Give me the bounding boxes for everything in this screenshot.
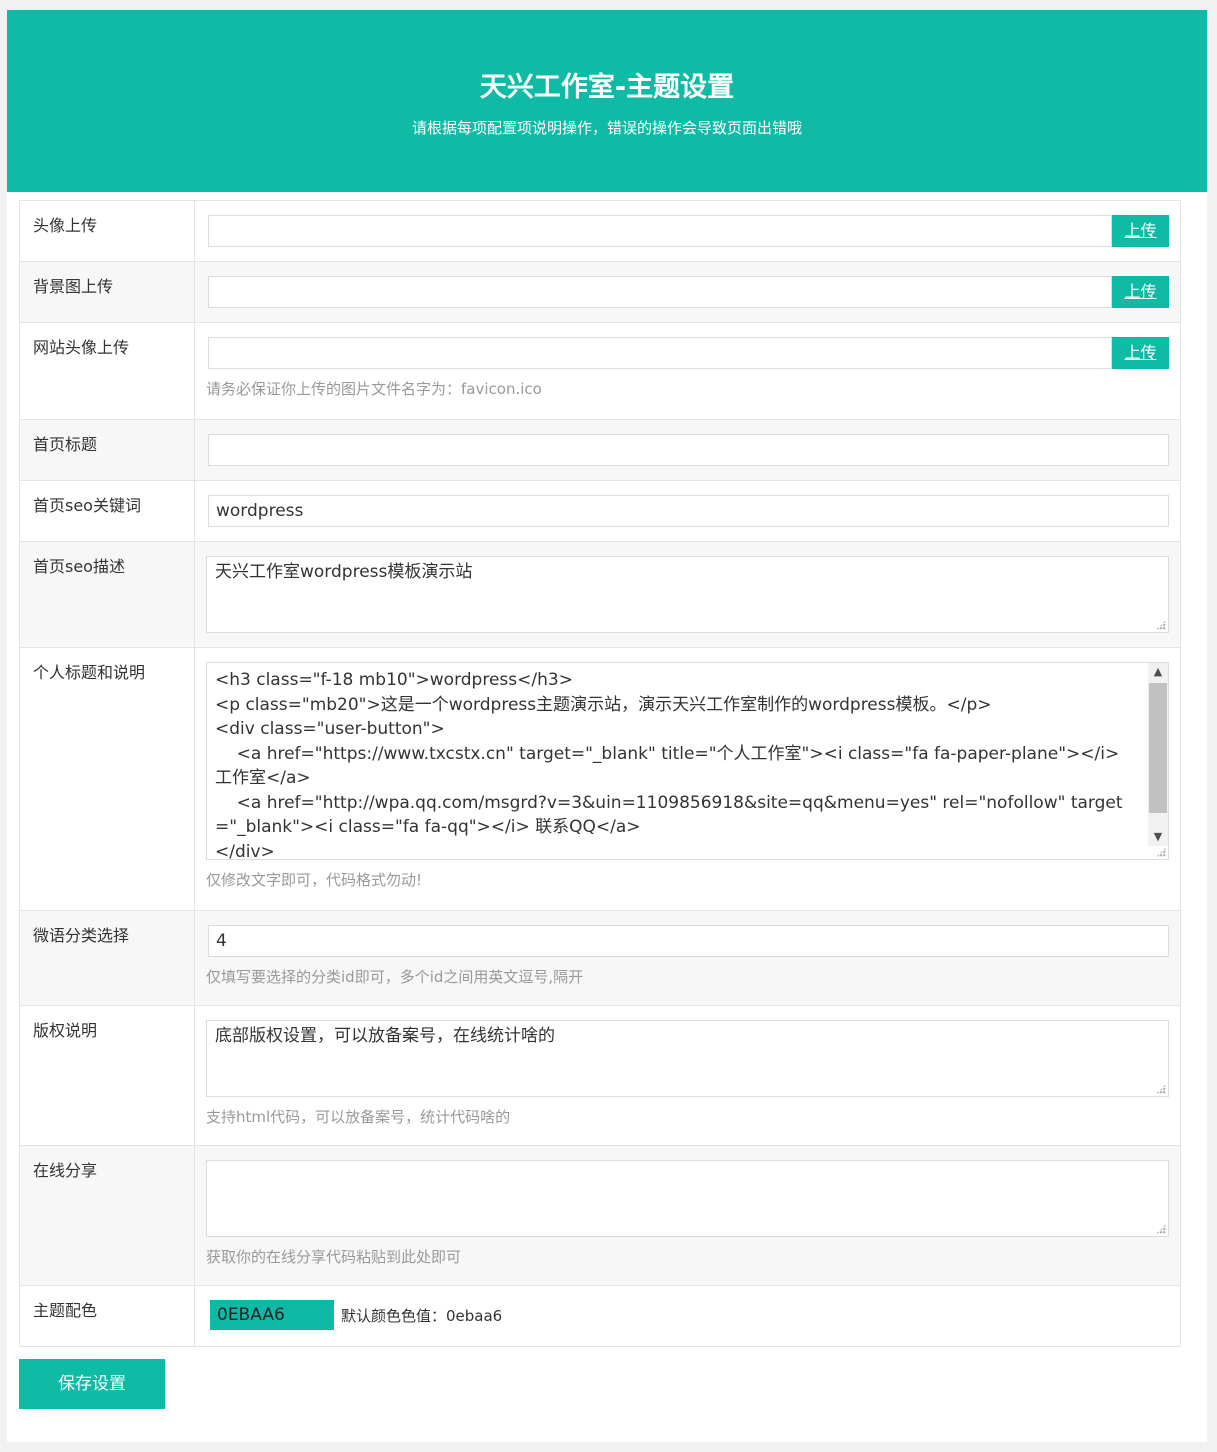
row-theme-color: 主题配色 0EBAA6 默认颜色色值：0ebaa6 <box>20 1286 1181 1347</box>
row-site-icon: 网站头像上传 上传 请务必保证你上传的图片文件名字为：favicon.ico <box>20 323 1181 420</box>
home-title-label: 首页标题 <box>20 420 195 480</box>
site-icon-upload-button[interactable]: 上传 <box>1112 337 1169 369</box>
site-icon-hint: 请务必保证你上传的图片文件名字为：favicon.ico <box>206 380 542 398</box>
personal-textarea[interactable]: <h3 class="f-18 mb10">wordpress</h3> <p … <box>206 662 1169 862</box>
personal-hint: 仅修改文字即可，代码格式勿动! <box>206 871 423 889</box>
copyright-hint: 支持html代码，可以放备案号，统计代码啥的 <box>206 1108 511 1126</box>
row-background: 背景图上传 上传 <box>20 262 1181 323</box>
seo-description-label: 首页seo描述 <box>20 542 195 647</box>
background-input[interactable] <box>208 276 1112 308</box>
scrollbar-thumb[interactable] <box>1149 683 1167 813</box>
background-upload-button[interactable]: 上传 <box>1112 276 1169 308</box>
seo-keywords-input[interactable]: wordpress <box>208 495 1169 527</box>
save-settings-button[interactable]: 保存设置 <box>19 1359 165 1409</box>
row-copyright: 版权说明 底部版权设置，可以放备案号，在线统计啥的 支持html代码，可以放备案… <box>20 1006 1181 1146</box>
code-line: </div> <box>215 841 275 862</box>
row-home-title: 首页标题 <box>20 420 1181 481</box>
code-line: <h3 class="f-18 mb10">wordpress</h3> <box>215 670 573 690</box>
theme-color-label: 主题配色 <box>20 1286 195 1346</box>
scroll-down-arrow-icon[interactable]: ▼ <box>1148 828 1168 846</box>
background-label: 背景图上传 <box>20 262 195 322</box>
row-share: 在线分享 获取你的在线分享代码粘贴到此处即可 <box>20 1146 1181 1286</box>
seo-keywords-label: 首页seo关键词 <box>20 481 195 541</box>
code-line: <p class="mb20">这是一个wordpress主题演示站，演示天兴工… <box>215 694 992 715</box>
settings-form: 头像上传 上传 背景图上传 上传 网站头像上传 上传 请务必保证你上传的图片文件… <box>19 200 1181 1347</box>
category-label: 微语分类选择 <box>20 911 195 1005</box>
page-subtitle: 请根据每项配置项说明操作，错误的操作会导致页面出错哦 <box>411 119 802 137</box>
category-hint: 仅填写要选择的分类id即可，多个id之间用英文逗号,隔开 <box>206 968 584 986</box>
row-category: 微语分类选择 4 仅填写要选择的分类id即可，多个id之间用英文逗号,隔开 <box>20 911 1181 1006</box>
scroll-up-arrow-icon[interactable]: ▲ <box>1148 663 1168 681</box>
avatar-upload-button[interactable]: 上传 <box>1112 215 1169 247</box>
code-line: <div class="user-button"> <box>215 719 445 739</box>
code-line: <a href="https://www.txcstx.cn" target="… <box>215 743 1125 789</box>
personal-label: 个人标题和说明 <box>20 648 195 910</box>
share-textarea[interactable] <box>206 1160 1169 1237</box>
copyright-label: 版权说明 <box>20 1006 195 1145</box>
page-header: 天兴工作室-主题设置 请根据每项配置项说明操作，错误的操作会导致页面出错哦 <box>7 10 1207 192</box>
row-seo-keywords: 首页seo关键词 wordpress <box>20 481 1181 542</box>
theme-color-note: 默认颜色色值：0ebaa6 <box>341 1306 503 1325</box>
share-hint: 获取你的在线分享代码粘贴到此处即可 <box>206 1248 462 1266</box>
resize-grip-icon[interactable] <box>1156 1084 1166 1094</box>
row-avatar: 头像上传 上传 <box>20 201 1181 262</box>
theme-color-input[interactable]: 0EBAA6 <box>210 1300 334 1330</box>
textarea-scrollbar[interactable]: ▲ ▼ <box>1148 663 1168 846</box>
site-icon-input[interactable] <box>208 337 1112 369</box>
code-line: <a href="http://wpa.qq.com/msgrd?v=3&uin… <box>215 792 1123 838</box>
copyright-text: 底部版权设置，可以放备案号，在线统计啥的 <box>215 1026 555 1046</box>
share-label: 在线分享 <box>20 1146 195 1285</box>
category-input[interactable]: 4 <box>208 925 1169 957</box>
row-seo-description: 首页seo描述 天兴工作室wordpress模板演示站 <box>20 542 1181 648</box>
resize-grip-icon[interactable] <box>1156 620 1166 630</box>
avatar-input[interactable] <box>208 215 1112 247</box>
avatar-label: 头像上传 <box>20 201 195 261</box>
copyright-textarea[interactable]: 底部版权设置，可以放备案号，在线统计啥的 <box>206 1020 1169 1097</box>
resize-grip-icon[interactable] <box>1156 1224 1166 1234</box>
seo-description-text: 天兴工作室wordpress模板演示站 <box>215 562 473 582</box>
resize-grip-icon[interactable] <box>1156 847 1166 857</box>
seo-description-textarea[interactable]: 天兴工作室wordpress模板演示站 <box>206 556 1169 633</box>
site-icon-label: 网站头像上传 <box>20 323 195 419</box>
home-title-input[interactable] <box>208 434 1169 466</box>
page-title: 天兴工作室-主题设置 <box>479 72 735 103</box>
row-personal: 个人标题和说明 <h3 class="f-18 mb10">wordpress<… <box>20 648 1181 911</box>
